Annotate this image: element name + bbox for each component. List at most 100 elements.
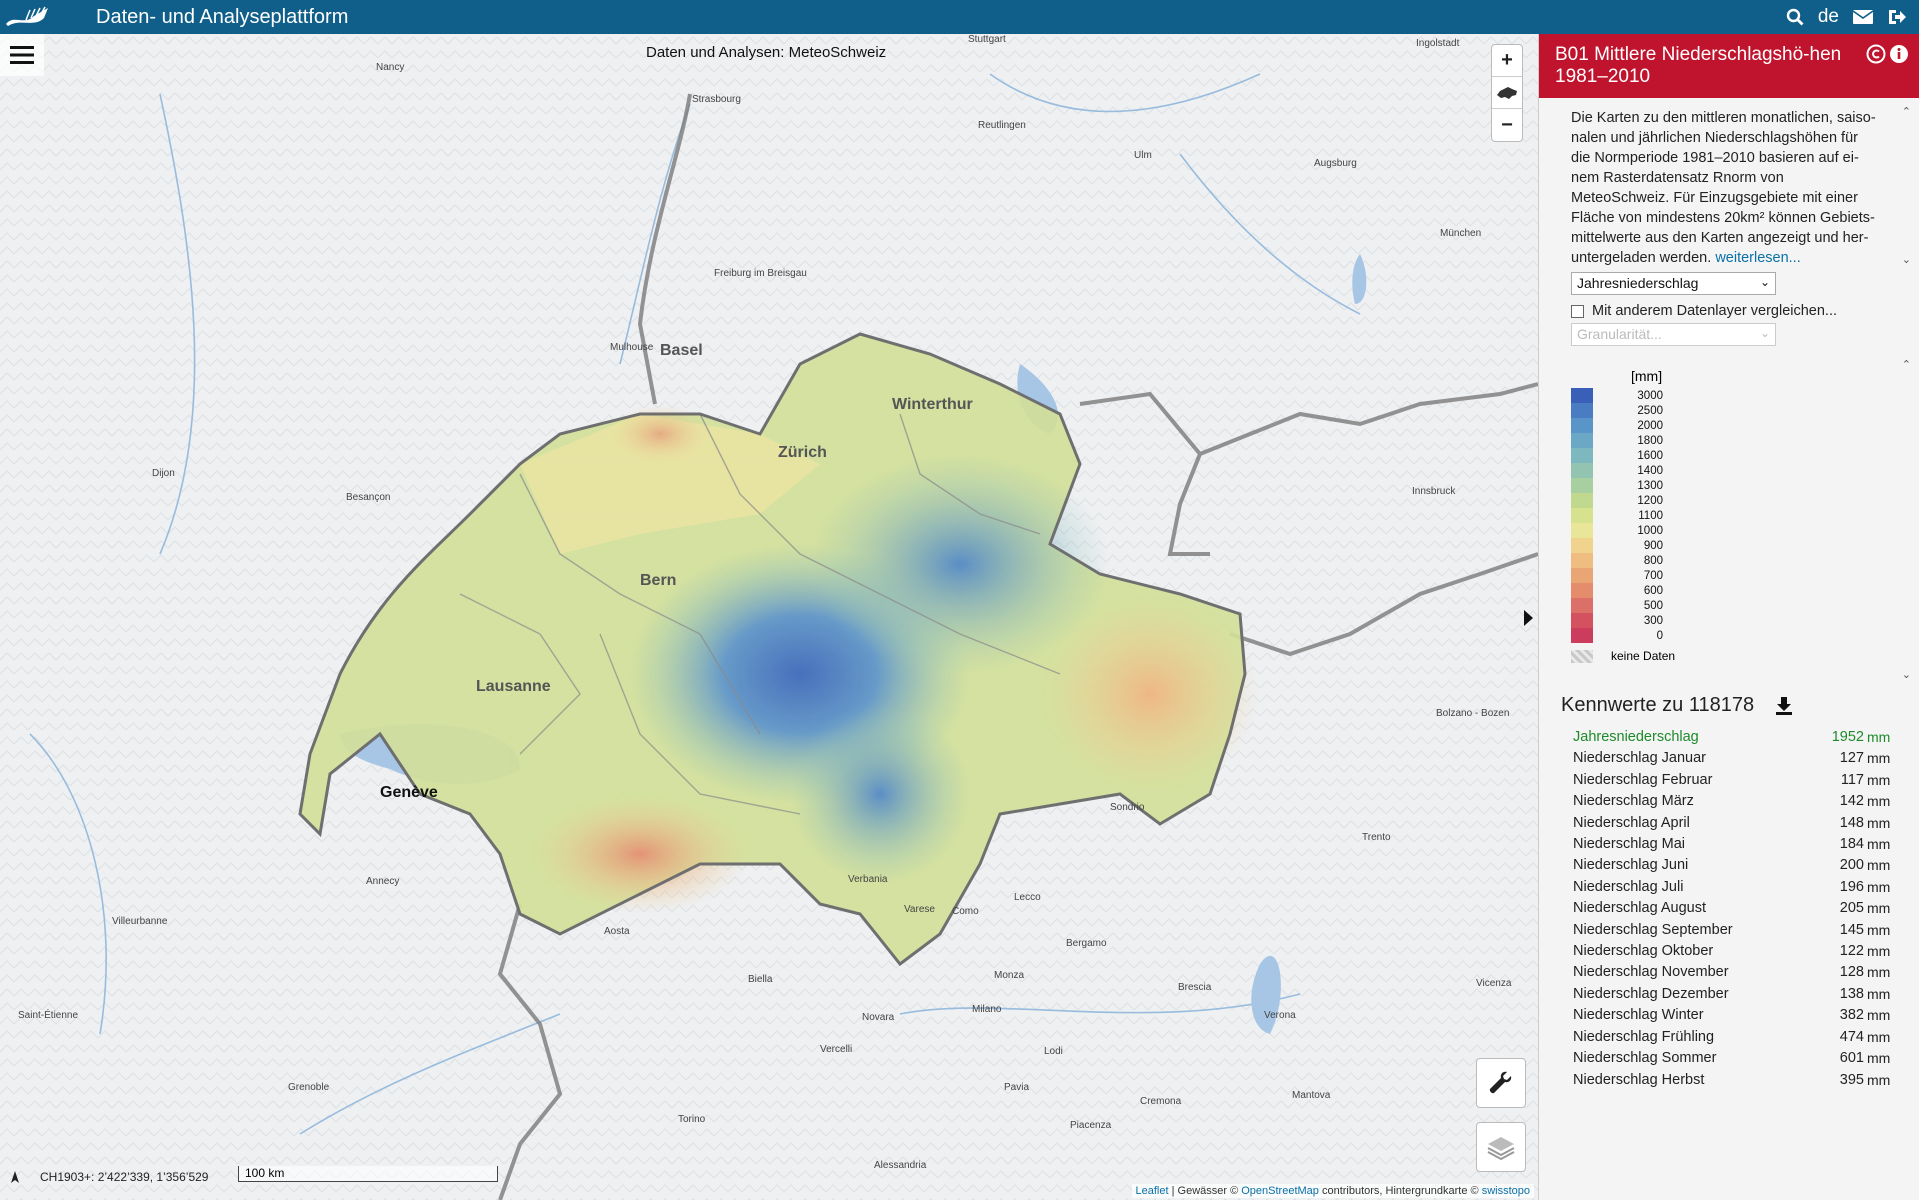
granularity-placeholder: Granularität... xyxy=(1577,326,1662,342)
kennwerte-row[interactable]: Niederschlag Sommer 601 mm xyxy=(1573,1048,1891,1069)
legend-value: 300 xyxy=(1643,614,1663,627)
legend-value: 900 xyxy=(1643,539,1663,552)
kennwerte-label: Niederschlag Oktober xyxy=(1573,943,1714,960)
zoom-in-button[interactable]: + xyxy=(1492,45,1522,77)
kennwerte-row[interactable]: Jahresniederschlag 1952 mm xyxy=(1573,727,1890,748)
place-label: Vicenza xyxy=(1476,978,1512,989)
legend-swatch xyxy=(1571,613,1593,628)
map-label-basel: Basel xyxy=(660,342,703,359)
place-label: Bolzano - Bozen xyxy=(1436,708,1510,719)
description-text: Die Karten zu den mittleren monatlichen,… xyxy=(1571,110,1876,266)
map-label-winterthur: Winterthur xyxy=(892,396,973,413)
info-icon[interactable] xyxy=(1889,44,1909,69)
kennwerte-row[interactable]: Niederschlag Januar 127 mm xyxy=(1573,748,1891,769)
kennwerte-value: 382 xyxy=(1839,1007,1864,1024)
kennwerte-row[interactable]: Niederschlag Juni 200 mm xyxy=(1573,855,1891,876)
legend-row: 600 xyxy=(1571,583,1919,598)
read-more-link[interactable]: weiterlesen... xyxy=(1715,250,1800,266)
kennwerte-label: Niederschlag April xyxy=(1573,814,1690,831)
legend-row: 1600 xyxy=(1571,448,1919,463)
panel-header: B01 Mittlere Niederschlagshö-hen 1981–20… xyxy=(1539,34,1919,98)
top-bar: Daten- und Analyseplattform de xyxy=(0,0,1919,34)
place-label: Verbania xyxy=(848,874,888,885)
place-label: Ulm xyxy=(1134,150,1152,161)
place-label: Strasbourg xyxy=(692,94,741,105)
kennwerte-unit: mm xyxy=(1867,921,1891,938)
scroll-up-icon[interactable]: ⌃ xyxy=(1902,102,1911,122)
kennwerte-row[interactable]: Niederschlag November 128 mm xyxy=(1573,962,1890,983)
granularity-select: Granularität... ⌄ xyxy=(1571,323,1776,346)
kennwerte-value: 142 xyxy=(1839,793,1864,810)
legend-row: 700 xyxy=(1571,568,1919,583)
leaflet-link[interactable]: Leaflet xyxy=(1136,1185,1169,1197)
panel-toggle-icon[interactable] xyxy=(1524,610,1533,626)
place-label: Brescia xyxy=(1178,982,1212,993)
kennwerte-row[interactable]: Niederschlag Oktober 122 mm xyxy=(1573,941,1890,962)
app-title: Daten- und Analyseplattform xyxy=(96,5,349,28)
chevron-down-icon: ⌄ xyxy=(1759,326,1770,340)
place-label: Cremona xyxy=(1140,1096,1182,1107)
legend: ⌃ [mm] 3000 2500 2000 1800 1600 1400 1300 1200 1… xyxy=(1539,359,1919,688)
layers-button[interactable] xyxy=(1476,1122,1526,1172)
compare-checkbox[interactable] xyxy=(1571,304,1584,318)
language-switch[interactable]: de xyxy=(1818,6,1839,28)
legend-value: 500 xyxy=(1643,599,1663,612)
kennwerte-row[interactable]: Niederschlag Herbst 395 mm xyxy=(1573,1070,1890,1091)
nodata-label: keine Daten xyxy=(1611,649,1676,663)
swisstopo-link[interactable]: swisstopo xyxy=(1482,1185,1530,1197)
place-label: Aosta xyxy=(604,926,630,937)
chevron-down-icon: ⌄ xyxy=(1759,275,1770,289)
kennwerte-unit: mm xyxy=(1867,857,1891,874)
kennwerte-label: Niederschlag Februar xyxy=(1573,771,1713,788)
legend-swatch xyxy=(1571,598,1593,613)
logout-icon[interactable] xyxy=(1887,8,1907,26)
kennwerte-unit: mm xyxy=(1867,878,1891,895)
kennwerte-row[interactable]: Niederschlag August 205 mm xyxy=(1573,898,1890,919)
place-label: Besançon xyxy=(346,492,391,503)
kennwerte-row[interactable]: Niederschlag September 145 mm xyxy=(1573,920,1891,941)
legend-value: 1100 xyxy=(1638,509,1663,522)
menu-button[interactable] xyxy=(0,34,44,76)
kennwerte-row[interactable]: Niederschlag Dezember 138 mm xyxy=(1573,984,1890,1005)
legend-row: 900 xyxy=(1571,538,1919,553)
kennwerte-label: Niederschlag September xyxy=(1573,921,1733,938)
osm-link[interactable]: OpenStreetMap xyxy=(1241,1185,1319,1197)
zoom-out-button[interactable]: − xyxy=(1492,109,1522,141)
search-icon[interactable] xyxy=(1786,8,1804,26)
kennwerte-label: Niederschlag November xyxy=(1573,964,1729,981)
kennwerte-unit: mm xyxy=(1867,1050,1891,1067)
kennwerte-row[interactable]: Niederschlag Winter 382 mm xyxy=(1573,1005,1890,1026)
download-icon[interactable] xyxy=(1774,696,1794,716)
kennwerte-row[interactable]: Niederschlag Juli 196 mm xyxy=(1573,877,1891,898)
kennwerte-unit: mm xyxy=(1867,771,1891,788)
place-label: Piacenza xyxy=(1070,1120,1112,1131)
place-label: Reutlingen xyxy=(978,120,1026,131)
kennwerte-unit: mm xyxy=(1867,814,1891,831)
map-view[interactable]: Daten und Analysen: MeteoSchweiz Basel W… xyxy=(0,34,1538,1200)
map-label-lausanne: Lausanne xyxy=(476,678,551,695)
compare-option[interactable]: Mit anderem Datenlayer vergleichen... xyxy=(1571,303,1919,319)
kennwerte-unit: mm xyxy=(1867,750,1891,767)
copyright-icon[interactable] xyxy=(1866,44,1886,69)
kennwerte-row[interactable]: Niederschlag Mai 184 mm xyxy=(1573,834,1890,855)
scroll-down-icon[interactable]: ⌄ xyxy=(1902,668,1911,681)
place-label: Monza xyxy=(994,970,1025,981)
scroll-up-icon[interactable]: ⌃ xyxy=(1902,358,1911,371)
kennwerte-row[interactable]: Niederschlag Frühling 474 mm xyxy=(1573,1027,1890,1048)
place-label: Saint-Étienne xyxy=(18,1010,79,1021)
nodata-swatch xyxy=(1571,649,1593,663)
mail-icon[interactable] xyxy=(1853,9,1873,25)
tools-button[interactable] xyxy=(1476,1058,1526,1108)
kennwerte-row[interactable]: Niederschlag April 148 mm xyxy=(1573,813,1891,834)
data-layer-select[interactable]: Jahresniederschlag ⌄ xyxy=(1571,272,1776,295)
kennwerte-label: Niederschlag Herbst xyxy=(1573,1071,1705,1088)
kennwerte-row[interactable]: Niederschlag März 142 mm xyxy=(1573,791,1890,812)
scroll-down-icon[interactable]: ⌄ xyxy=(1902,250,1911,270)
kennwerte-row[interactable]: Niederschlag Februar 117 mm xyxy=(1573,770,1891,791)
place-label: Como xyxy=(952,906,979,917)
logo[interactable] xyxy=(0,0,54,34)
legend-swatch xyxy=(1571,418,1593,433)
kennwerte-value: 138 xyxy=(1839,985,1864,1002)
home-switzerland-button[interactable] xyxy=(1492,77,1522,109)
legend-swatch xyxy=(1571,388,1593,403)
